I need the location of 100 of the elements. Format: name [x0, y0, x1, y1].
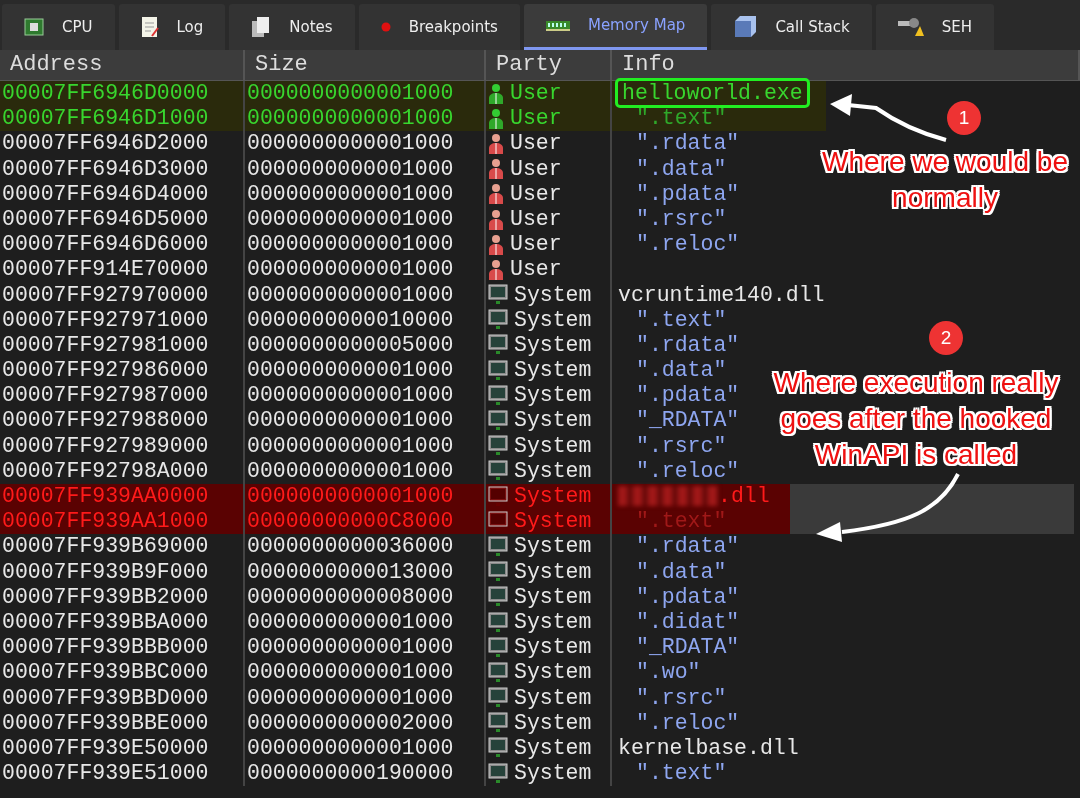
- tab[interactable]: Notes: [229, 4, 355, 50]
- table-cell: User: [510, 232, 562, 258]
- tab[interactable]: CPU: [2, 4, 115, 50]
- table-cell-text: ".data": [635, 559, 727, 584]
- table-cell-text: ".didat": [635, 609, 740, 634]
- table-cell: System: [514, 635, 592, 661]
- table-cell: System: [514, 307, 592, 333]
- table-cell: 0000000000001000: [247, 735, 454, 760]
- table-cell: 00007FF914E70000: [2, 257, 209, 282]
- table-cell: 0000000000036000: [247, 534, 454, 559]
- documents-icon: [251, 16, 272, 38]
- table-cell: 0000000000001000: [247, 106, 454, 131]
- table-cell: System: [514, 408, 592, 434]
- monitor-icon: [488, 460, 508, 483]
- tab[interactable]: Call Stack: [711, 4, 872, 50]
- table-cell: 0000000000001000: [247, 408, 454, 433]
- table-cell: System: [514, 509, 592, 535]
- monitor-icon: [488, 410, 508, 433]
- table-cell: User: [510, 156, 562, 182]
- table-cell: System: [514, 761, 592, 787]
- column-header[interactable]: Party: [486, 50, 612, 80]
- table-cell: System: [514, 484, 592, 510]
- table-cell: 00007FF927989000: [2, 433, 209, 458]
- tab[interactable]: Breakpoints: [358, 4, 520, 50]
- table-cell: 0000000000001000: [247, 685, 454, 710]
- cube-icon: [733, 15, 758, 39]
- table-cell: helloworld.exe: [618, 81, 807, 105]
- table-cell-text: ".rdata": [635, 332, 740, 357]
- table-cell: 00007FF6946D4000: [2, 181, 209, 206]
- table-cell: 0000000000001000: [247, 282, 454, 307]
- table-cell: 00007FF92798A000: [2, 458, 209, 483]
- table-cell: 00007FF939AA1000: [2, 509, 209, 534]
- table-cell: System: [514, 735, 592, 762]
- table-cell-text: ".reloc": [635, 232, 740, 257]
- table-cell: 00007FF6946D5000: [2, 206, 209, 231]
- table-cell-text: ".pdata": [635, 181, 740, 206]
- table-cell-text: ".text": [635, 761, 727, 786]
- table-cell: System: [514, 685, 592, 711]
- annotation-text: Where execution really goes after the hooked WinAPI is called: [772, 366, 1060, 472]
- table-cell: 00007FF927971000: [2, 307, 209, 332]
- table-cell: System: [514, 282, 592, 308]
- table-cell-text: ".data": [635, 358, 727, 383]
- user-icon: [488, 132, 504, 155]
- table-cell: System: [514, 358, 592, 384]
- table-cell: 0000000000013000: [247, 559, 454, 584]
- table-cell: 00007FF939BBB000: [2, 635, 209, 660]
- memory-stick-icon: [545, 19, 570, 32]
- table-cell: 0000000000190000: [247, 761, 454, 786]
- table-cell: 0000000000001000: [247, 81, 454, 105]
- table-cell: 0000000000001000: [247, 206, 454, 231]
- table-cell: .dll: [718, 484, 770, 508]
- monitor-icon: [488, 611, 508, 634]
- column-header[interactable]: Address: [0, 50, 245, 80]
- table-cell: 00007FF939B9F000: [2, 559, 209, 584]
- table-cell: 0000000000001000: [247, 232, 454, 257]
- table-cell: 0000000000002000: [247, 710, 454, 735]
- monitor-icon: [488, 661, 508, 684]
- key-warning-icon: [897, 17, 924, 37]
- table-cell: 00007FF927987000: [2, 383, 209, 408]
- tab[interactable]: Memory Map: [523, 4, 708, 50]
- table-cell-text: ".rsrc": [635, 206, 727, 231]
- table-cell: 00007FF939BB2000: [2, 584, 209, 609]
- table-cell: User: [510, 106, 562, 132]
- table-cell: 00007FF939BBC000: [2, 660, 209, 685]
- table-cell: 00000000000C8000: [247, 509, 454, 534]
- monitor-icon: [488, 435, 508, 458]
- user-icon: [488, 158, 504, 181]
- column-header[interactable]: Info: [612, 50, 1080, 80]
- column-header[interactable]: Size: [245, 50, 486, 80]
- annotation-text: Where we would be normally: [821, 145, 1069, 215]
- tab[interactable]: Log: [118, 4, 226, 50]
- table-cell-text: ".rdata": [635, 131, 740, 156]
- table-cell-text: ".reloc": [635, 710, 740, 735]
- table-cell: 00007FF939E51000: [2, 761, 209, 786]
- table-cell: User: [510, 181, 562, 207]
- table-cell-text: ".wo": [635, 660, 701, 685]
- table-cell: 0000000000001000: [247, 156, 454, 181]
- table-cell: 0000000000001000: [247, 660, 454, 685]
- table-cell: System: [514, 433, 592, 459]
- table-cell: User: [510, 131, 562, 157]
- table-cell: 0000000000010000: [247, 307, 454, 332]
- monitor-icon: [488, 636, 508, 659]
- table-cell: 00007FF927988000: [2, 408, 209, 433]
- tab[interactable]: SEH: [875, 4, 994, 50]
- user-icon: [488, 183, 504, 206]
- chip-icon: [24, 18, 44, 36]
- table-cell-text: "_RDATA": [635, 408, 740, 433]
- table-cell-text: ".text": [635, 307, 727, 332]
- monitor-icon: [488, 687, 508, 710]
- table-cell: User: [510, 81, 562, 107]
- table-cell-text: ".pdata": [635, 584, 740, 609]
- monitor-icon: [488, 284, 508, 307]
- user-icon: [488, 258, 504, 281]
- table-cell: System: [514, 534, 592, 560]
- table-cell: 0000000000001000: [247, 181, 454, 206]
- table-cell: 0000000000001000: [247, 635, 454, 660]
- table-cell-text: ".data": [635, 156, 727, 181]
- number-badge: 2: [929, 321, 963, 355]
- table-cell: 00007FF939BBE000: [2, 710, 209, 735]
- table-cell-text: "_RDATA": [635, 635, 740, 660]
